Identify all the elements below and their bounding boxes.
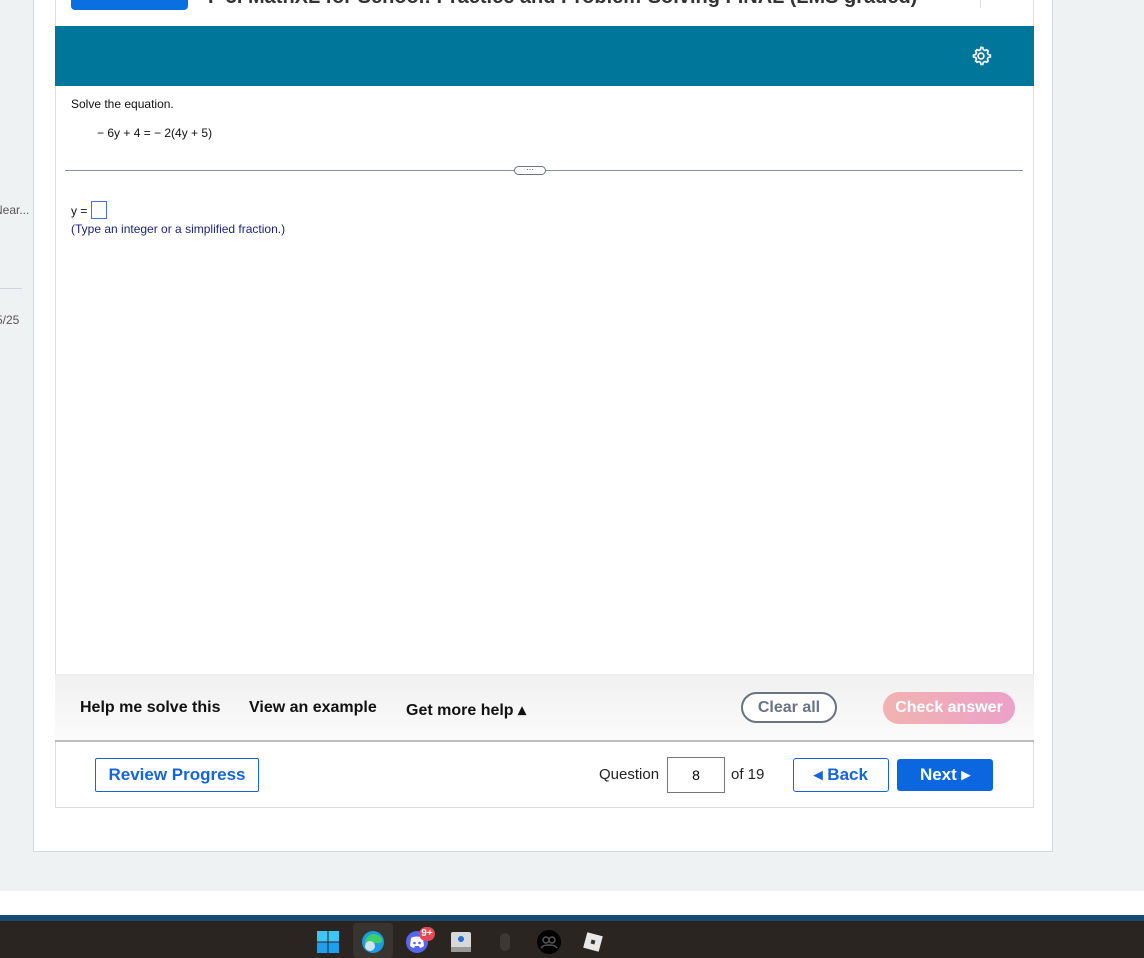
- roblox-icon[interactable]: [581, 930, 605, 954]
- resize-handle[interactable]: ···: [514, 166, 546, 175]
- divider: [980, 0, 981, 8]
- answer-input[interactable]: [91, 201, 107, 219]
- edge-icon[interactable]: [361, 930, 385, 954]
- view-example-link[interactable]: View an example: [249, 699, 377, 717]
- page-bottom: [0, 891, 1144, 915]
- taskbar: [0, 921, 1144, 958]
- question-number-input[interactable]: [667, 757, 725, 793]
- sidebar-score: 5/25: [0, 313, 20, 327]
- question-total: of 19: [731, 766, 765, 783]
- sidebar-item[interactable]: Near...: [0, 203, 29, 217]
- answer-label: y =: [71, 204, 88, 218]
- get-more-help-menu[interactable]: Get more help ▴: [406, 700, 526, 720]
- app-icon[interactable]: [449, 930, 473, 954]
- windows-start-icon[interactable]: [316, 930, 340, 954]
- review-progress-button[interactable]: Review Progress: [95, 758, 259, 792]
- answer-hint: (Type an integer or a simplified fractio…: [71, 222, 286, 236]
- people-icon[interactable]: [537, 930, 561, 954]
- back-button[interactable]: ◂ Back: [793, 758, 889, 792]
- top-button[interactable]: [71, 0, 188, 10]
- sidebar-divider: [0, 288, 22, 289]
- gear-icon[interactable]: [970, 45, 992, 67]
- instruction: Solve the equation.: [71, 97, 174, 111]
- equation: − 6y + 4 = − 2(4y + 5): [97, 126, 213, 140]
- mouse-icon[interactable]: [493, 930, 517, 954]
- clear-all-button[interactable]: Clear all: [741, 692, 837, 723]
- check-answer-button[interactable]: Check answer: [883, 692, 1015, 724]
- next-button[interactable]: Next ▸: [897, 759, 993, 791]
- help-me-solve-link[interactable]: Help me solve this: [80, 699, 221, 717]
- question-label: Question: [599, 766, 660, 783]
- assignment-title: F 3. MathXL for School: Practice and Pro…: [208, 0, 917, 9]
- question-header: [55, 26, 1034, 86]
- notification-badge: 9+: [419, 927, 435, 941]
